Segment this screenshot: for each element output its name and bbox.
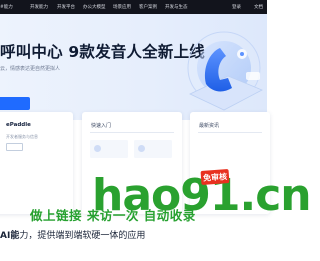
nav-item-ecosystem[interactable]: 开发与生态 bbox=[165, 4, 188, 10]
watermark-badge: 免审核 bbox=[200, 169, 230, 185]
hero-subtitle: 云，情感表达更自然更拟人 bbox=[0, 66, 61, 72]
divider bbox=[90, 132, 174, 133]
watermark-badge-text: 免审核 bbox=[202, 171, 228, 183]
card-button[interactable] bbox=[6, 143, 23, 151]
nav-item-cases[interactable]: 客户案例 bbox=[139, 4, 157, 10]
hero-banner: 呼叫中心 9款发音人全新上线 云，情感表达更自然更拟人 bbox=[0, 14, 267, 120]
bottom-tagline-rest: 力，提供端到端软硬一体的应用 bbox=[19, 231, 146, 241]
nav-login[interactable]: 登录 bbox=[232, 4, 241, 10]
nav-item-office-model[interactable]: 办公大模型 bbox=[83, 4, 106, 10]
tile-icon bbox=[138, 145, 145, 152]
nav-item-capability[interactable]: #能力 bbox=[0, 4, 13, 10]
card-epaddle[interactable]: ePaddle 开发者服务与信息 bbox=[0, 112, 73, 214]
top-nav: #能力 开发能力 开发平台 办公大模型 场景应用 客户案例 开发与生态 登录 文… bbox=[0, 0, 267, 14]
hero-cta-button[interactable] bbox=[0, 97, 30, 110]
nav-docs[interactable]: 文档 bbox=[254, 4, 263, 10]
nav-item-scenarios[interactable]: 场景应用 bbox=[113, 4, 131, 10]
nav-item-dev-platform[interactable]: 开发平台 bbox=[57, 4, 75, 10]
card-text: 开发者服务与信息 bbox=[6, 134, 38, 139]
divider bbox=[198, 132, 262, 133]
bottom-tagline-strong: AI能 bbox=[0, 231, 20, 241]
bottom-tagline: AI能力，提供端到端软硬一体的应用 bbox=[0, 228, 145, 241]
card-title: 快速入门 bbox=[91, 123, 112, 129]
quickstart-tile[interactable] bbox=[134, 140, 172, 158]
nav-item-dev-capability[interactable]: 开发能力 bbox=[30, 4, 48, 10]
tile-icon bbox=[94, 145, 101, 152]
quickstart-tile[interactable] bbox=[90, 140, 128, 158]
card-title: 最新资讯 bbox=[199, 123, 220, 129]
watermark-slogan: 做上链接 来访一次 自动收录 bbox=[30, 208, 196, 223]
card-title: ePaddle bbox=[6, 122, 31, 128]
phone-illustration-icon bbox=[187, 31, 263, 111]
hero-title: 呼叫中心 9款发音人全新上线 bbox=[0, 43, 205, 61]
